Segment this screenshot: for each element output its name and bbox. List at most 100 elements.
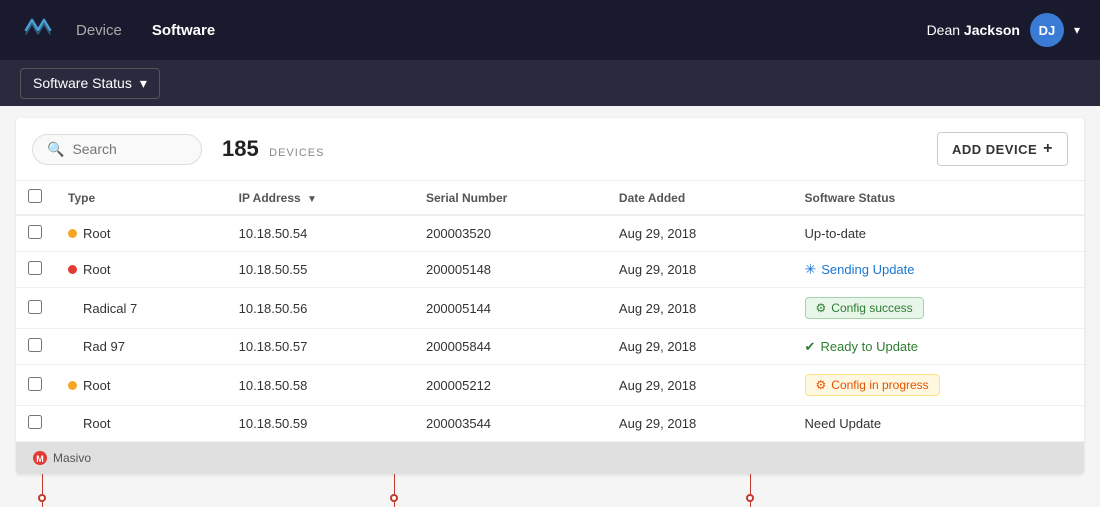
app-container: Device Software Dean Jackson DJ ▾ Softwa… — [0, 0, 1100, 507]
dropdown-arrow-icon: ▾ — [140, 75, 147, 92]
check-icon: ✔ — [805, 339, 816, 355]
cell-ip: 10.18.50.59 — [227, 406, 414, 442]
device-table-wrapper: Type IP Address ▼ Serial Number Date Add… — [16, 181, 1084, 442]
cell-serial: 200005212 — [414, 365, 607, 406]
table-row: Root 10.18.50.59200003544Aug 29, 2018Need… — [16, 406, 1084, 442]
type-text: Rad 97 — [83, 339, 125, 354]
cell-ip: 10.18.50.55 — [227, 252, 414, 288]
cell-status: Need Update — [793, 406, 1084, 442]
cell-date: Aug 29, 2018 — [607, 406, 793, 442]
nav-user-fullname: Dean Jackson — [927, 22, 1020, 38]
status-badge-amber: ⚙ Config in progress — [805, 374, 940, 396]
cell-status: ⚙ Config success — [793, 288, 1084, 329]
device-table-card: 🔍 185 DEVICES ADD DEVICE + — [16, 118, 1084, 474]
nav-link-software[interactable]: Software — [152, 18, 215, 43]
status-sending: ✳ Sending Update — [805, 261, 1072, 278]
search-box[interactable]: 🔍 — [32, 134, 202, 165]
annotation-col-2: > View device type, serial number, and o… — [372, 474, 728, 507]
cell-type: Root — [56, 406, 227, 442]
select-all-checkbox[interactable] — [28, 189, 42, 203]
gear-icon: ⚙ — [816, 301, 827, 315]
row-checkbox[interactable] — [28, 300, 42, 314]
status-ready: ✔ Ready to Update — [805, 339, 1072, 355]
annotation-col-1: > Easily confirm each device's connectio… — [16, 474, 372, 507]
cell-ip: 10.18.50.58 — [227, 365, 414, 406]
header-status: Software Status — [793, 181, 1084, 215]
type-text: Root — [83, 226, 110, 241]
table-row: Root10.18.50.54200003520Aug 29, 2018Up-t… — [16, 215, 1084, 252]
ip-sort-icon: ▼ — [307, 194, 317, 205]
nav-link-device[interactable]: Device — [76, 18, 122, 43]
table-row: Root10.18.50.55200005148Aug 29, 2018✳ Se… — [16, 252, 1084, 288]
cell-type: Rad 97 — [56, 329, 227, 365]
row-checkbox[interactable] — [28, 415, 42, 429]
header-checkbox-cell — [16, 181, 56, 215]
device-table: Type IP Address ▼ Serial Number Date Add… — [16, 181, 1084, 442]
row-checkbox[interactable] — [28, 225, 42, 239]
cell-type: Root — [56, 365, 227, 406]
masimo-label: Masivo — [53, 451, 91, 465]
type-text: Root — [83, 416, 110, 431]
row-checkbox[interactable] — [28, 377, 42, 391]
annotation-area: > Easily confirm each device's connectio… — [0, 474, 1100, 507]
device-count-number: 185 — [222, 136, 259, 161]
spinner-icon: ✳ — [805, 261, 817, 278]
device-count-display: 185 DEVICES — [222, 136, 324, 162]
add-device-button[interactable]: ADD DEVICE + — [937, 132, 1068, 166]
status-dot-yellow — [68, 381, 77, 390]
connector-dot-3 — [746, 494, 754, 502]
connector-line-2-top — [394, 474, 395, 494]
connector-dot-2 — [390, 494, 398, 502]
type-text: Radical 7 — [83, 301, 137, 316]
cell-status: ✔ Ready to Update — [793, 329, 1084, 365]
status-badge-green: ⚙ Config success — [805, 297, 924, 319]
plus-icon: + — [1043, 140, 1053, 158]
nav-user: Dean Jackson DJ ▾ — [927, 13, 1080, 47]
cell-serial: 200005844 — [414, 329, 607, 365]
connector-line-3-bottom — [750, 502, 751, 507]
table-row: Radical 710.18.50.56200005144Aug 29, 201… — [16, 288, 1084, 329]
type-text: Root — [83, 262, 110, 277]
cell-serial: 200003544 — [414, 406, 607, 442]
header-serial: Serial Number — [414, 181, 607, 215]
main-area: 🔍 185 DEVICES ADD DEVICE + — [0, 106, 1100, 507]
masimo-logo: M Masivo — [32, 450, 91, 466]
connector-line-1-bottom — [42, 502, 43, 507]
header-ip[interactable]: IP Address ▼ — [227, 181, 414, 215]
software-status-dropdown-label: Software Status — [33, 75, 132, 91]
cell-status: ✳ Sending Update — [793, 252, 1084, 288]
nav-avatar[interactable]: DJ — [1030, 13, 1064, 47]
cell-date: Aug 29, 2018 — [607, 329, 793, 365]
svg-text:M: M — [36, 454, 44, 464]
table-body: Root10.18.50.54200003520Aug 29, 2018Up-t… — [16, 215, 1084, 442]
add-device-label: ADD DEVICE — [952, 142, 1037, 157]
cell-ip: 10.18.50.57 — [227, 329, 414, 365]
row-checkbox[interactable] — [28, 338, 42, 352]
gray-bottom-bar: M Masivo — [16, 442, 1084, 474]
cell-date: Aug 29, 2018 — [607, 365, 793, 406]
cell-ip: 10.18.50.54 — [227, 215, 414, 252]
sub-navigation: Software Status ▾ — [0, 60, 1100, 106]
connector-dot-1 — [38, 494, 46, 502]
top-navigation: Device Software Dean Jackson DJ ▾ — [0, 0, 1100, 60]
cell-date: Aug 29, 2018 — [607, 215, 793, 252]
nav-user-dropdown-arrow[interactable]: ▾ — [1074, 23, 1080, 37]
table-header-row: Type IP Address ▼ Serial Number Date Add… — [16, 181, 1084, 215]
header-date: Date Added — [607, 181, 793, 215]
cell-type: Root — [56, 215, 227, 252]
cell-serial: 200005148 — [414, 252, 607, 288]
device-count-label: DEVICES — [269, 147, 324, 159]
connector-line-1-top — [42, 474, 43, 494]
connector-line-2-bottom — [394, 502, 395, 507]
cell-status: ⚙ Config in progress — [793, 365, 1084, 406]
type-text: Root — [83, 378, 110, 393]
header-type: Type — [56, 181, 227, 215]
cell-serial: 200003520 — [414, 215, 607, 252]
search-input[interactable] — [72, 141, 187, 157]
gear-icon: ⚙ — [816, 378, 827, 392]
row-checkbox[interactable] — [28, 261, 42, 275]
cell-serial: 200005144 — [414, 288, 607, 329]
software-status-dropdown[interactable]: Software Status ▾ — [20, 68, 160, 99]
status-dot-red — [68, 265, 77, 274]
app-logo — [20, 12, 56, 48]
